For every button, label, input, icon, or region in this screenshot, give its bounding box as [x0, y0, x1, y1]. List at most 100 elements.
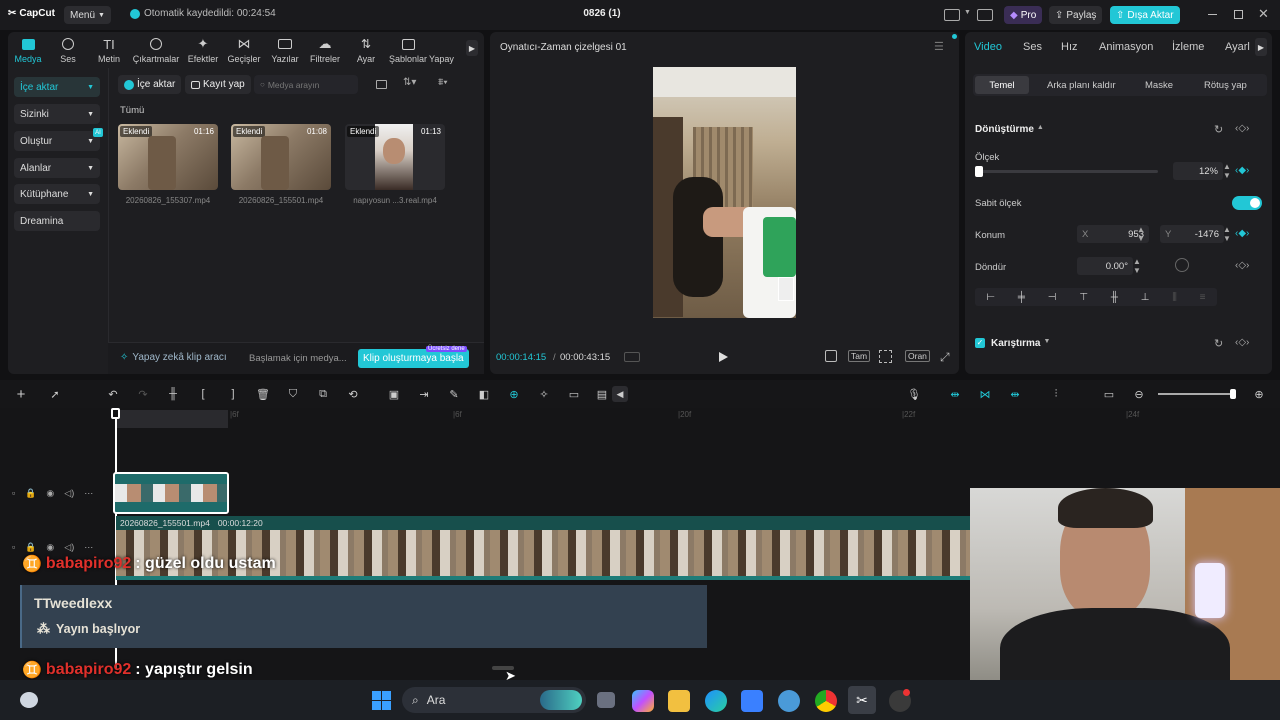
record-button[interactable]: Kayıt yap [185, 75, 251, 94]
export-button[interactable]: ⇧ Dışa Aktar [1110, 6, 1180, 24]
keyframe-icon[interactable]: ‹◇› [1235, 123, 1249, 134]
blend-section-title[interactable]: Karıştırma ▼ [991, 338, 1050, 349]
tab-audio[interactable]: Ses [48, 36, 88, 64]
crop-icon[interactable]: ⧉ [315, 386, 331, 402]
subtab-mask[interactable]: Maske [1145, 80, 1173, 91]
media-item[interactable]: Eklendi 01:08 [231, 124, 331, 190]
scale-input[interactable]: 12% [1173, 162, 1223, 180]
file-explorer-icon[interactable] [668, 690, 690, 712]
edge-icon[interactable] [705, 690, 727, 712]
tab-transitions[interactable]: ⋈ Geçişler [224, 36, 264, 64]
capcut-taskbar-icon[interactable]: ✂ [848, 686, 876, 714]
link-main-icon[interactable]: ⇹ [947, 386, 963, 402]
layout-icon[interactable] [944, 9, 960, 21]
position-y-input[interactable]: Y -1476 [1160, 225, 1224, 243]
focus-icon[interactable] [879, 350, 892, 363]
mirror-icon[interactable]: ◧ [476, 386, 492, 402]
player-menu-icon[interactable]: ☰ [934, 40, 944, 53]
volume-icon[interactable]: ◁) [64, 542, 74, 553]
video-preview[interactable] [653, 67, 796, 318]
zoom-in-icon[interactable]: ⊕ [1251, 386, 1267, 402]
fullscreen-icon[interactable]: ⤢ [940, 350, 950, 365]
rotate-dial-icon[interactable] [1175, 258, 1189, 272]
tab-animation[interactable]: Animasyon [1099, 41, 1153, 53]
subtab-remove-bg[interactable]: Arka planı kaldır [1047, 80, 1116, 91]
tab-media[interactable]: Medya [8, 36, 48, 64]
tab-speed[interactable]: Hız [1061, 41, 1078, 53]
caption-toggle-icon[interactable]: ▭ [1101, 386, 1117, 402]
sidebar-item-library[interactable]: Kütüphane ▼ [14, 184, 100, 204]
start-icon[interactable] [372, 691, 391, 710]
sort-icon[interactable]: ⇅▾ [403, 77, 416, 88]
add-track-icon[interactable]: + [13, 386, 29, 403]
edit-icon[interactable] [825, 350, 837, 362]
scale-slider[interactable] [975, 166, 1158, 177]
main-clip-header[interactable]: 20260826_155501.mp4 00:00:12:20 [116, 516, 970, 530]
auto-reframe-icon[interactable]: ⊕ [506, 386, 522, 402]
reset-icon[interactable]: ↻ [1214, 123, 1223, 136]
copy-icon[interactable]: ▤ [594, 386, 610, 402]
delete-icon[interactable]: 🗑 [255, 386, 271, 402]
stepper-icon[interactable]: ▲ ▼ [1223, 225, 1231, 243]
share-button[interactable]: ⇪ Paylaş [1049, 6, 1103, 24]
chevron-right-icon[interactable]: ▶ [1255, 38, 1267, 56]
split-left-icon[interactable]: [ [195, 386, 211, 402]
ratio-button[interactable]: Oran [905, 350, 930, 362]
mic-icon[interactable]: 🎙 [906, 386, 922, 402]
align-center-icon[interactable]: ╪ [1018, 292, 1025, 303]
media-search-input[interactable]: ○ Medya arayın [254, 75, 358, 94]
tab-adjustments[interactable]: Ayarl [1225, 41, 1250, 53]
magnet-icon[interactable]: ⋈ [977, 386, 993, 402]
volume-icon[interactable]: ◁) [64, 488, 74, 499]
subtab-basic[interactable]: Temel [975, 76, 1029, 94]
playhead-handle[interactable] [111, 408, 120, 419]
align-left-icon[interactable]: ⊢ [986, 292, 995, 303]
minimize-icon[interactable] [1208, 14, 1217, 15]
select-tool-icon[interactable]: ➚ [47, 386, 63, 402]
eye-icon[interactable]: ◉ [46, 488, 54, 499]
keyframe-active-icon[interactable]: ‹◆› [1235, 165, 1249, 176]
collapse-icon[interactable]: ◀ [612, 386, 628, 402]
sidebar-item-spaces[interactable]: Alanlar ▼ [14, 158, 100, 178]
maximize-icon[interactable] [1234, 10, 1243, 19]
globe-app-icon[interactable] [778, 690, 800, 712]
align-right-icon[interactable]: ⊣ [1048, 292, 1057, 303]
lock-icon[interactable]: 🔒 [25, 488, 36, 499]
keyframe-icon[interactable]: ‹◇› [1235, 260, 1249, 271]
play-icon[interactable] [719, 352, 728, 362]
task-view-icon[interactable] [597, 692, 615, 708]
cover-icon[interactable]: ▫ [12, 488, 15, 499]
weather-icon[interactable] [20, 692, 38, 708]
sidebar-item-yours[interactable]: Sizinki ▼ [14, 104, 100, 124]
keyboard-icon[interactable] [977, 9, 993, 21]
tab-effects[interactable]: ✦ Efektler [183, 36, 223, 64]
reverse-icon[interactable]: ⟲ [345, 386, 361, 402]
media-item[interactable]: Eklendi 01:16 [118, 124, 218, 190]
extend-icon[interactable]: ⇥ [416, 386, 432, 402]
align-middle-icon[interactable]: ╫ [1111, 292, 1118, 303]
filter-icon[interactable]: ⩩▾ [438, 77, 448, 88]
distribute-h-icon[interactable]: ⫼ [1172, 292, 1177, 303]
redo-icon[interactable]: ↷ [135, 386, 151, 402]
tab-captions[interactable]: Yazılar [265, 36, 305, 64]
rotate-input[interactable]: 0.00° [1077, 257, 1133, 275]
ai-clip-tool-label[interactable]: ✧ Yapay zekâ klip aracı [120, 352, 227, 363]
menu-button[interactable]: Menü ▼ [64, 6, 111, 24]
tab-ai[interactable]: Yapay [429, 36, 463, 64]
close-icon[interactable]: ✕ [1258, 6, 1269, 22]
subtab-retouch[interactable]: Rötuş yap [1204, 80, 1247, 91]
lock-icon[interactable]: 🔒 [25, 542, 36, 553]
stepper-icon[interactable]: ▲ ▼ [1223, 162, 1231, 180]
sidebar-item-dreamina[interactable]: Dreamina [14, 211, 100, 231]
tab-tracking[interactable]: İzleme [1172, 41, 1204, 53]
media-item[interactable]: Eklendi 01:13 [345, 124, 445, 190]
tab-stickers[interactable]: Çıkartmalar [130, 36, 182, 64]
chevron-down-icon[interactable]: ▼ [964, 9, 971, 16]
zoom-out-icon[interactable]: ⊖ [1131, 386, 1147, 402]
magic-icon[interactable]: ✧ [536, 386, 552, 402]
freeze-icon[interactable]: ▣ [386, 386, 402, 402]
split-right-icon[interactable]: ] [225, 386, 241, 402]
keyframe-active-icon[interactable]: ‹◆› [1235, 228, 1249, 239]
stepper-icon[interactable]: ▲ ▼ [1133, 257, 1141, 275]
reset-icon[interactable]: ↻ [1214, 337, 1223, 350]
